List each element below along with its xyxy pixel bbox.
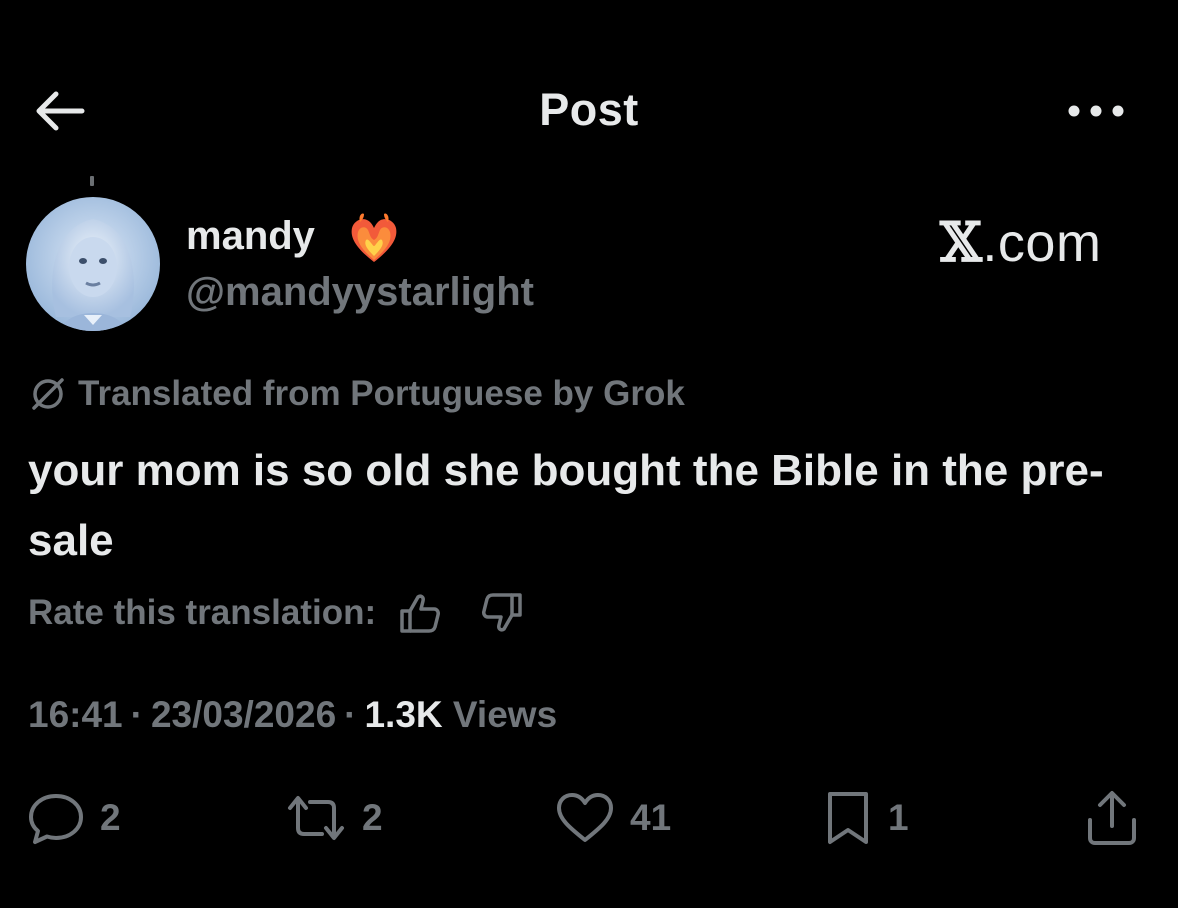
display-name[interactable]: mandy [186, 214, 315, 259]
thumbs-up-icon[interactable] [398, 591, 442, 635]
thread-connector [90, 176, 94, 186]
share-icon [1088, 791, 1136, 845]
x-logo: 𝕏 [940, 210, 983, 274]
heart-on-fire-emoji [346, 210, 402, 266]
post-time: 16:41 [28, 694, 123, 735]
user-handle[interactable]: @mandyystarlight [186, 270, 534, 315]
post-date: 23/03/2026 [150, 694, 337, 735]
post-text: your mom is so old she bought the Bible … [28, 446, 1104, 565]
site-watermark: 𝕏.com [940, 210, 1101, 274]
rate-translation-label: Rate this translation: [28, 593, 377, 632]
bookmark-icon [828, 792, 868, 844]
views-label: Views [452, 694, 558, 735]
rate-translation-row: Rate this translation: [28, 588, 524, 638]
repost-count: 2 [362, 797, 383, 838]
repost-button[interactable]: 2 [284, 788, 383, 848]
repost-icon [288, 796, 344, 840]
like-button[interactable]: 41 [554, 788, 671, 848]
more-horizontal-icon [1068, 105, 1124, 117]
watermark-domain: .com [982, 213, 1102, 273]
reply-icon [29, 794, 83, 844]
views-count: 1.3K [364, 694, 443, 735]
page-title: Post [539, 84, 639, 135]
bookmark-count: 1 [888, 797, 909, 838]
share-button[interactable] [1082, 788, 1142, 848]
reply-count: 2 [100, 797, 121, 838]
bookmark-button[interactable]: 1 [822, 788, 909, 848]
translation-notice[interactable]: Translated from Portuguese by Grok [28, 372, 685, 416]
translation-label: Translated from Portuguese by Grok [78, 374, 685, 413]
globe-slash-icon [32, 378, 64, 410]
heart-icon [557, 793, 613, 842]
avatar[interactable] [26, 197, 160, 331]
reply-button[interactable]: 2 [26, 788, 121, 848]
meta-separator: · [344, 694, 357, 735]
meta-separator: · [130, 694, 143, 735]
like-count: 41 [630, 797, 672, 838]
thumbs-down-icon[interactable] [480, 591, 524, 635]
post-meta: 16:41 · 23/03/2026 · 1.3K Views [28, 694, 557, 736]
avatar-image [26, 197, 160, 331]
more-options-button[interactable] [1064, 98, 1128, 124]
